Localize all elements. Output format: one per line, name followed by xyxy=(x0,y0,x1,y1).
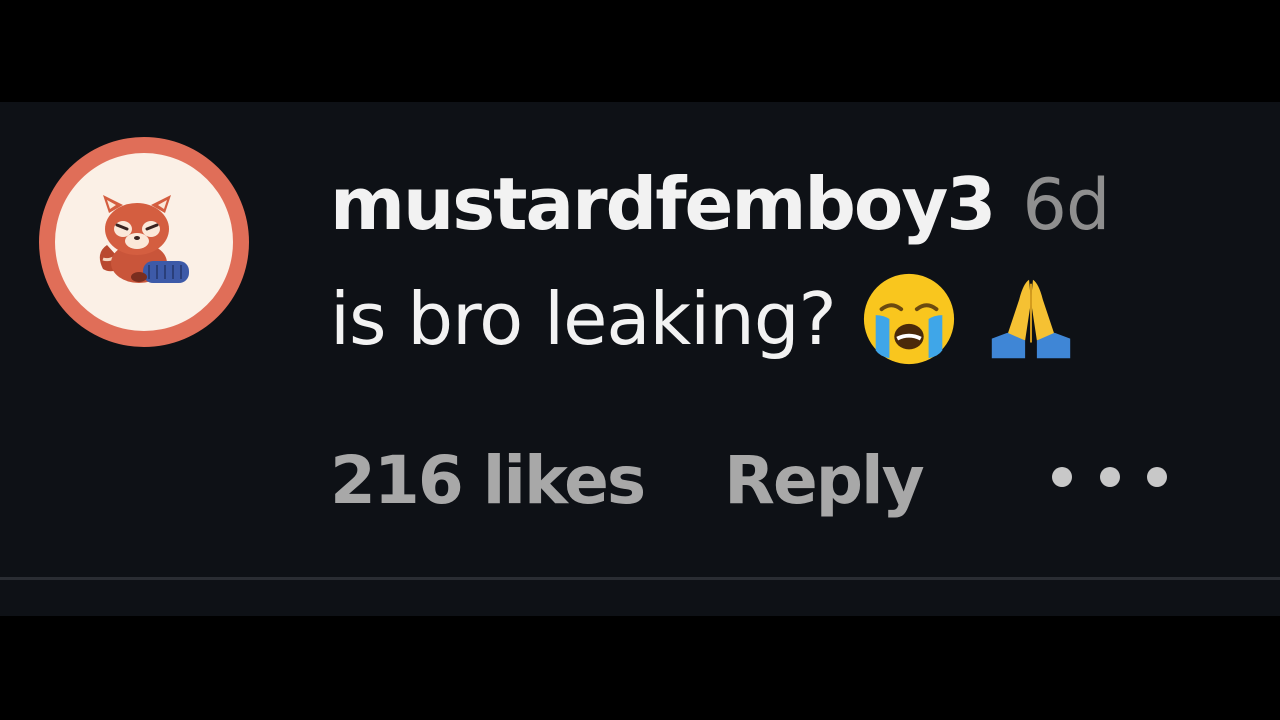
likes-count-button[interactable]: 216 likes xyxy=(330,442,646,519)
red-panda-icon xyxy=(99,195,189,283)
comment-header: mustardfemboy3 6d xyxy=(330,162,1110,252)
comment-item: mustardfemboy3 6d is bro leaking? 216 li… xyxy=(0,102,1280,616)
dot xyxy=(1147,467,1167,487)
avatar-image xyxy=(55,153,233,331)
dot xyxy=(1052,467,1072,487)
comment-text: is bro leaking? xyxy=(330,277,837,361)
dot xyxy=(1099,467,1120,487)
username-link[interactable]: mustardfemboy3 xyxy=(330,162,996,246)
comment-body: is bro leaking? xyxy=(330,270,1080,368)
divider xyxy=(0,577,1280,580)
avatar[interactable] xyxy=(39,137,249,347)
timestamp: 6d xyxy=(1022,164,1110,246)
reply-button[interactable]: Reply xyxy=(724,442,924,519)
comment-actions: 216 likes Reply xyxy=(330,442,925,519)
more-options-icon[interactable] xyxy=(1052,457,1167,497)
folded-hands-icon xyxy=(991,279,1070,359)
loudly-crying-face-icon xyxy=(863,273,954,365)
